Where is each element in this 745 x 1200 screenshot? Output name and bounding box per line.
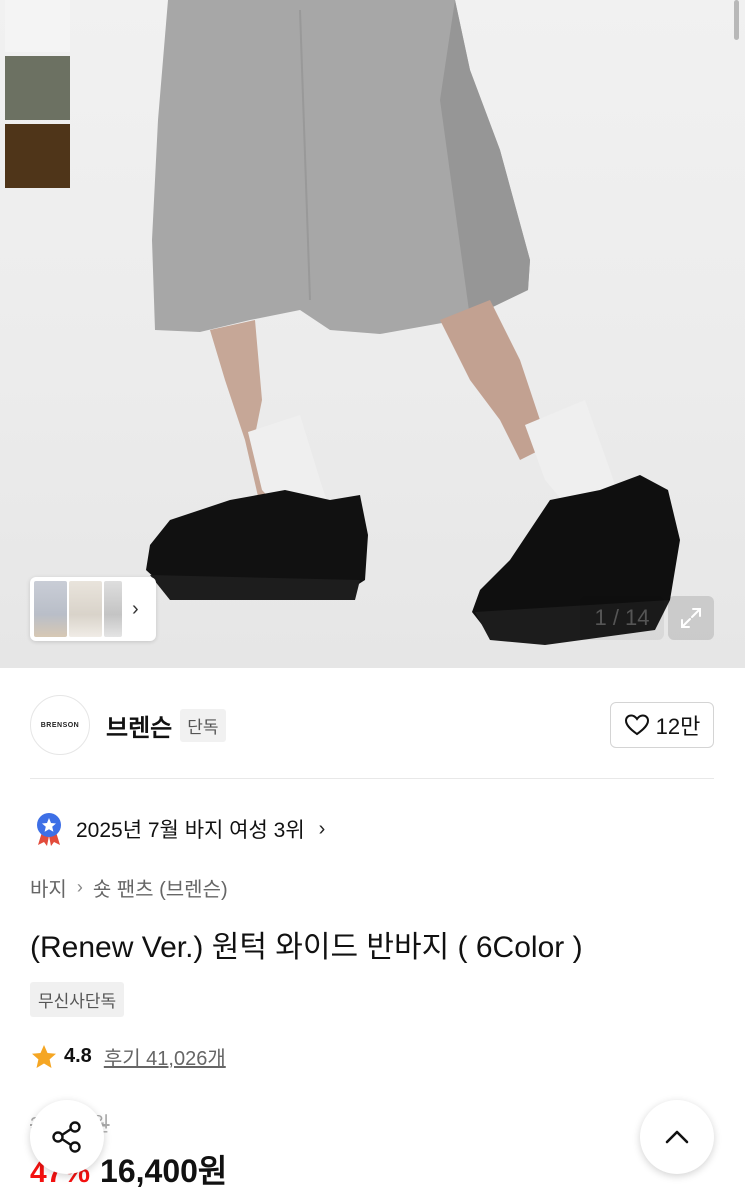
share-icon	[52, 1121, 81, 1153]
exclusive-badge: 무신사단독	[30, 982, 125, 1017]
thumbnail-image[interactable]	[34, 581, 67, 637]
color-swatch-olive[interactable]	[5, 56, 70, 120]
scroll-to-top-button[interactable]	[640, 1100, 714, 1174]
share-button[interactable]	[30, 1100, 104, 1174]
expand-icon	[681, 608, 701, 628]
page-scrollbar[interactable]	[734, 0, 739, 40]
rating-value: 4.8	[64, 1045, 92, 1067]
breadcrumb-subcategory[interactable]: 숏 팬츠 (브렌슨)	[93, 873, 228, 902]
color-swatch-white[interactable]	[5, 0, 70, 52]
breadcrumb-category[interactable]: 바지	[30, 873, 67, 902]
breadcrumb: 바지 › 숏 팬츠 (브렌슨)	[30, 873, 228, 902]
chevron-right-icon[interactable]: ›	[132, 598, 139, 621]
brand-row: BRENSON 브렌슨 단독 12만	[30, 694, 714, 756]
section-divider	[30, 778, 714, 779]
image-page-counter: 1 / 14	[580, 596, 664, 640]
rating-row: 4.8 후기 41,026개	[30, 1042, 226, 1071]
brand-like-button[interactable]: 12만	[610, 702, 714, 748]
ranking-text: 2025년 7월 바지 여성 3위	[76, 819, 305, 842]
expand-button[interactable]	[668, 596, 714, 640]
ranking-link[interactable]: 2025년 7월 바지 여성 3위 ›	[34, 812, 325, 846]
star-icon	[32, 1044, 56, 1068]
brand-exclusive-tag: 단독	[180, 708, 226, 742]
thumbnail-image[interactable]	[69, 581, 102, 637]
like-count: 12만	[655, 714, 701, 739]
product-title: (Renew Ver.) 원턱 와이드 반바지 ( 6Color )	[30, 931, 583, 964]
heart-icon	[624, 714, 649, 736]
thumbnail-image[interactable]	[104, 581, 122, 637]
chevron-right-icon: ›	[76, 877, 83, 897]
chevron-right-icon: ›	[318, 817, 326, 840]
brand-logo-text: BRENSON	[40, 721, 80, 729]
ranking-badge-icon	[37, 813, 61, 846]
brand-logo[interactable]: BRENSON	[30, 695, 90, 755]
thumbnail-strip[interactable]: ›	[30, 577, 156, 641]
sale-price: 16,400원	[100, 1153, 228, 1189]
color-swatch-brown[interactable]	[5, 124, 70, 188]
review-count-link[interactable]: 후기 41,026개	[104, 1042, 226, 1071]
product-photo	[146, 0, 680, 645]
chevron-up-icon	[665, 1130, 689, 1144]
brand-name[interactable]: 브렌슨	[106, 708, 172, 743]
product-image-gallery[interactable]: › 1 / 14	[0, 0, 745, 668]
color-swatch-list	[5, 0, 70, 192]
